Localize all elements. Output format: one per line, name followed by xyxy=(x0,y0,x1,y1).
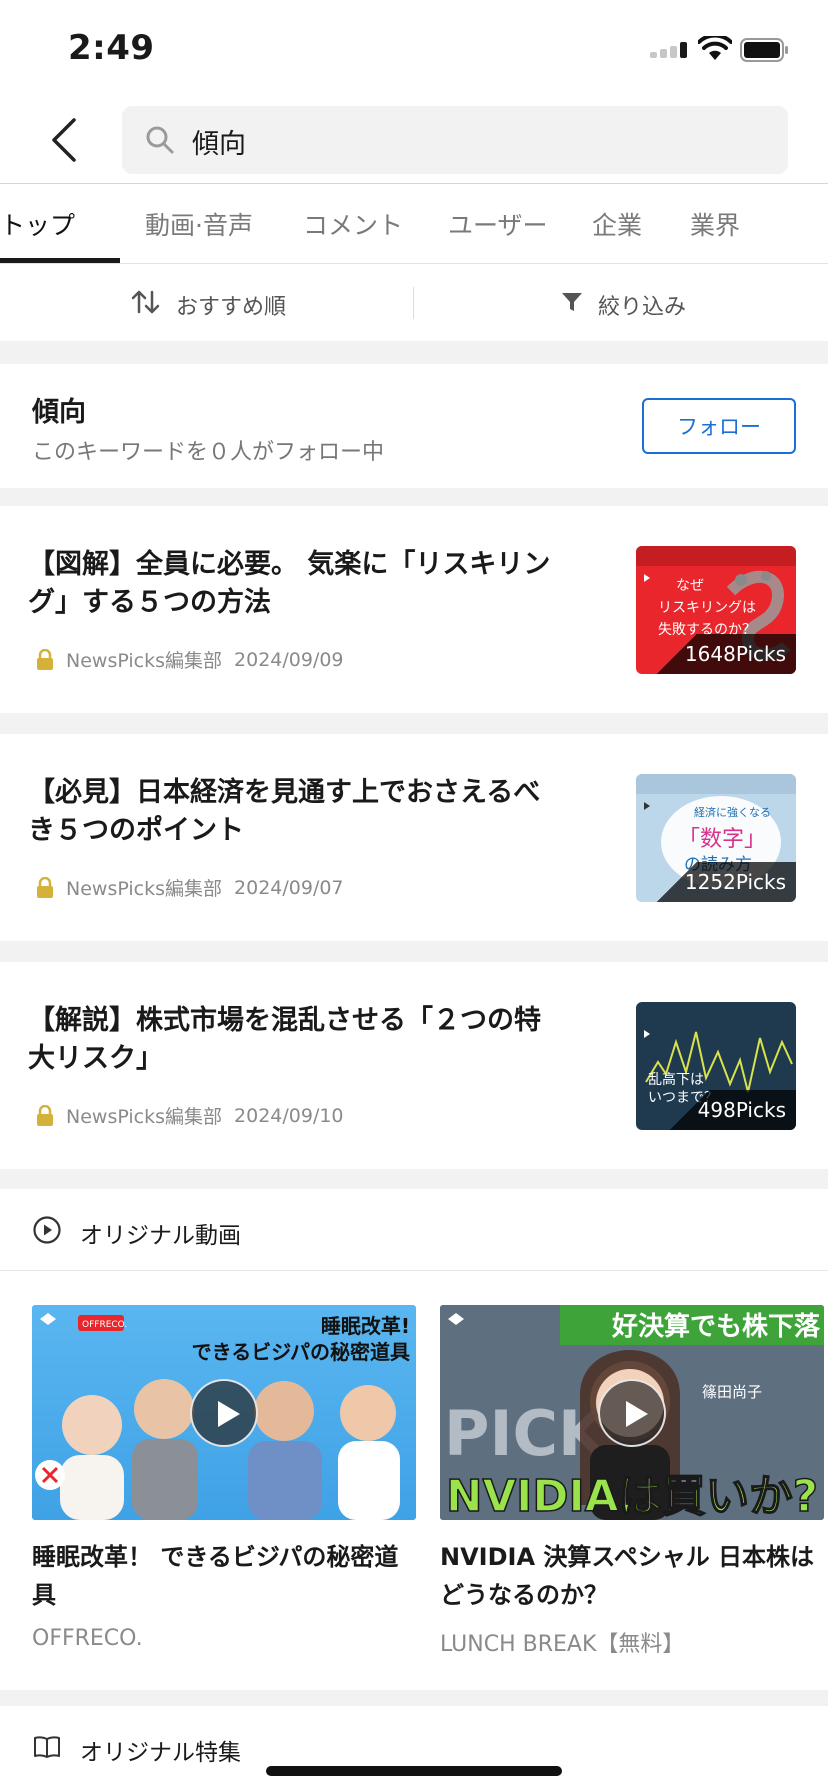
thumbnail-caption: NVIDIAは買いか? xyxy=(446,1471,818,1520)
article-author: NewsPicks編集部 xyxy=(66,650,223,672)
tab-comments[interactable]: コメント xyxy=(303,206,403,242)
lock-icon xyxy=(37,648,53,670)
play-button[interactable] xyxy=(598,1379,666,1447)
thumbnail-name: 篠田尚子 xyxy=(702,1383,762,1401)
section-gap xyxy=(0,341,828,364)
sort-button[interactable]: おすすめ順 xyxy=(0,265,413,341)
thumbnail-caption: できるビジパの秘密道具 xyxy=(192,1340,410,1364)
keyword-follower-count: このキーワードを０人がフォロー中 xyxy=(32,440,385,465)
sort-icon xyxy=(131,290,160,314)
article-item[interactable]: 【解説】株式市場を混乱させる「２つの特大リスク」 NewsPicks編集部 20… xyxy=(0,962,828,1169)
filter-label: 絞り込み xyxy=(598,295,687,320)
video-source: OFFRECO. xyxy=(32,1626,143,1651)
filter-button[interactable]: 絞り込み xyxy=(414,265,828,341)
home-indicator xyxy=(266,1766,562,1776)
article-date: 2024/09/10 xyxy=(234,1104,344,1127)
video-carousel: OFFRECO. 睡眠改革! できるビジパの秘密道具 睡眠改革！ できるビジパの… xyxy=(0,1272,828,1690)
wifi-icon xyxy=(698,36,732,60)
status-time: 2:49 xyxy=(68,28,155,68)
picks-count: 1252Picks xyxy=(656,862,796,902)
filter-icon xyxy=(562,293,582,311)
sort-label: おすすめ順 xyxy=(176,295,287,320)
thumbnail-caption: 好決算でも株下落 xyxy=(611,1311,821,1342)
search-header: 傾向 xyxy=(0,96,828,184)
video-card[interactable]: PICK 好決算でも株下落 篠田尚子 NVIDIAは買いか? NVIDIA 決算… xyxy=(440,1305,824,1658)
article-author: NewsPicks編集部 xyxy=(66,878,223,900)
search-input[interactable]: 傾向 xyxy=(122,106,788,174)
article-item[interactable]: 【図解】全員に必要。 気楽に「リスキリング」する５つの方法 NewsPicks編… xyxy=(0,506,828,713)
picks-count: 498Picks xyxy=(669,1090,796,1130)
section-gap xyxy=(0,1169,828,1189)
status-bar: 2:49 xyxy=(0,0,828,96)
video-card[interactable]: OFFRECO. 睡眠改革! できるビジパの秘密道具 睡眠改革！ できるビジパの… xyxy=(32,1305,416,1651)
article-title: 【図解】全員に必要。 気楽に「リスキリング」する５つの方法 xyxy=(28,549,551,618)
article-thumbnail: 乱高下は いつまで？ 498Picks xyxy=(636,1002,796,1130)
article-item[interactable]: 【必見】日本経済を見通す上でおさえるべき５つのポイント NewsPicks編集部… xyxy=(0,734,828,941)
section-title: オリジナル動画 xyxy=(80,1223,241,1249)
tab-users[interactable]: ユーザー xyxy=(448,206,548,242)
search-query: 傾向 xyxy=(192,129,246,160)
original-videos-header[interactable]: オリジナル動画 xyxy=(0,1189,828,1271)
thumbnail-text: リスキリングは xyxy=(658,600,756,616)
article-meta: NewsPicks編集部 2024/09/09 xyxy=(36,646,344,673)
article-title: 【解説】株式市場を混乱させる「２つの特大リスク」 xyxy=(28,1005,541,1074)
video-title: 睡眠改革！ できるビジパの秘密道具 xyxy=(32,1543,399,1609)
battery-icon xyxy=(740,38,788,62)
thumbnail-caption: 睡眠改革! xyxy=(321,1314,410,1338)
section-gap xyxy=(0,1690,828,1706)
lock-icon xyxy=(37,1104,53,1126)
tab-video-audio[interactable]: 動画·音声 xyxy=(145,206,253,242)
video-thumbnail: PICK 好決算でも株下落 篠田尚子 NVIDIAは買いか? xyxy=(440,1305,824,1520)
section-title: オリジナル特集 xyxy=(80,1740,241,1766)
lock-icon xyxy=(37,876,53,898)
article-thumbnail: なぜ リスキリングは 失敗するのか？ 1648Picks xyxy=(636,546,796,674)
keyword-title: 傾向 xyxy=(32,397,86,428)
tab-companies[interactable]: 企業 xyxy=(592,206,642,242)
play-circle-icon xyxy=(33,1216,61,1244)
article-date: 2024/09/07 xyxy=(234,876,344,899)
cellular-signal-icon xyxy=(650,42,690,58)
section-gap xyxy=(0,941,828,962)
book-icon xyxy=(34,1736,60,1758)
sort-filter-bar: おすすめ順 絞り込み xyxy=(0,265,828,341)
active-tab-indicator xyxy=(0,258,120,263)
keyword-follow-card: 傾向 このキーワードを０人がフォロー中 フォロー xyxy=(0,364,828,488)
article-title: 【必見】日本経済を見通す上でおさえるべき５つのポイント xyxy=(28,777,541,846)
back-button[interactable] xyxy=(40,114,90,166)
section-gap xyxy=(0,488,828,506)
follow-button[interactable]: フォロー xyxy=(642,398,796,454)
thumbnail-text: 「数字」 xyxy=(678,827,766,852)
video-thumbnail: OFFRECO. 睡眠改革! できるビジパの秘密道具 xyxy=(32,1305,416,1520)
tab-industries[interactable]: 業界 xyxy=(690,206,740,242)
play-button[interactable] xyxy=(190,1379,258,1447)
article-meta: NewsPicks編集部 2024/09/10 xyxy=(36,1102,344,1129)
article-date: 2024/09/09 xyxy=(234,648,344,671)
section-gap xyxy=(0,713,828,734)
article-thumbnail: 経済に強くなる 「数字」 の読み方 1252Picks xyxy=(636,774,796,902)
brand-logo: OFFRECO. xyxy=(82,1320,127,1330)
search-icon xyxy=(146,126,174,154)
thumbnail-text: 経済に強くなる xyxy=(694,805,771,819)
tab-top[interactable]: トップ xyxy=(0,206,75,242)
thumbnail-text: なぜ xyxy=(676,578,704,594)
article-meta: NewsPicks編集部 2024/09/07 xyxy=(36,874,344,901)
thumbnail-text: 乱高下は xyxy=(648,1071,704,1088)
tab-bar: トップ 動画·音声 コメント ユーザー 企業 業界 xyxy=(0,184,828,264)
picks-count: 1648Picks xyxy=(656,634,796,674)
video-source: LUNCH BREAK【無料】 xyxy=(440,1632,685,1657)
article-author: NewsPicks編集部 xyxy=(66,1106,223,1128)
original-features-header[interactable]: オリジナル特集 xyxy=(0,1706,828,1792)
video-title: NVIDIA 決算スペシャル 日本株はどうなるのか？ xyxy=(440,1543,815,1609)
